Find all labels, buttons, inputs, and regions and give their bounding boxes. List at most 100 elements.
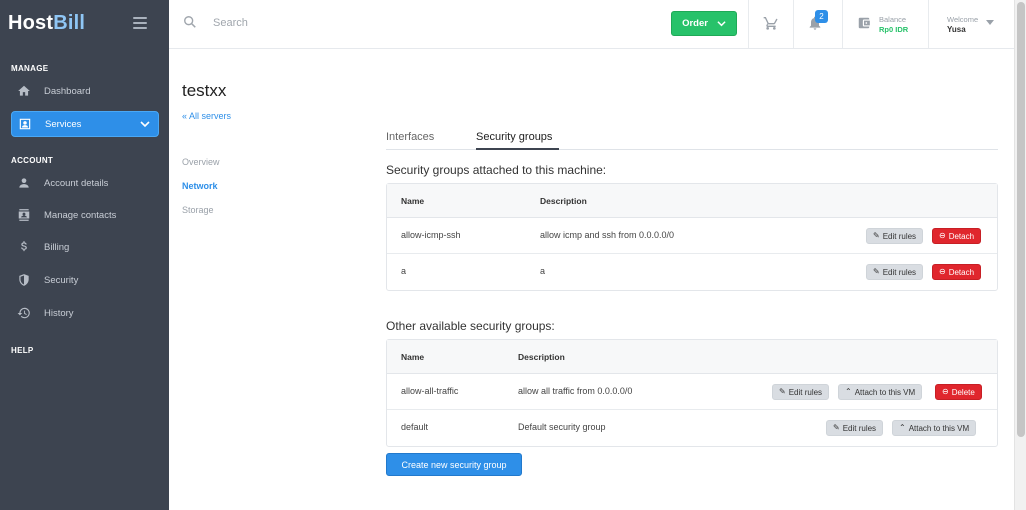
cart-icon[interactable] [763, 15, 779, 31]
edit-rules-button[interactable]: ✎ Edit rules [772, 384, 830, 400]
sidebar-item-history[interactable]: History [11, 300, 159, 326]
table-row: a a ✎ Edit rules ⊖ Detach [387, 254, 997, 290]
topbar-divider [842, 0, 843, 48]
group-description: a [540, 266, 546, 276]
page-scrollbar[interactable] [1014, 0, 1026, 510]
topbar: Order 2 Balance Rp0 IDR Welcome Yusa [169, 0, 1014, 49]
attach-to-vm-button[interactable]: ⌃ Attach to this VM [892, 420, 977, 436]
contacts-icon [17, 208, 31, 222]
column-description: Description [518, 352, 565, 362]
group-name: a [401, 266, 407, 276]
subnav-network[interactable]: Network [182, 181, 218, 191]
column-description: Description [540, 196, 587, 206]
sidebar-item-manage-contacts[interactable]: Manage contacts [11, 202, 159, 228]
attach-label: Attach to this VM [908, 423, 970, 433]
hamburger-menu-icon[interactable] [133, 17, 147, 29]
table-header: Name Description [387, 340, 997, 374]
search-input[interactable] [213, 15, 413, 31]
chevron-down-icon [717, 21, 726, 27]
sidebar-item-label: Dashboard [44, 85, 91, 97]
sidebar-item-billing[interactable]: Billing [11, 234, 159, 260]
tab-security-groups[interactable]: Security groups [476, 131, 552, 143]
minus-circle-icon: ⊖ [939, 267, 946, 276]
shield-icon [17, 273, 31, 287]
attach-to-vm-button[interactable]: ⌃ Attach to this VM [838, 384, 923, 400]
active-tab-indicator [476, 148, 559, 150]
pencil-icon: ✎ [833, 423, 840, 432]
group-description: Default security group [518, 422, 606, 432]
sidebar-item-label: Security [44, 274, 79, 286]
column-name: Name [401, 352, 425, 362]
subnav-storage[interactable]: Storage [182, 205, 214, 215]
table-row: allow-all-traffic allow all traffic from… [387, 374, 997, 410]
group-description: allow all traffic from 0.0.0.0/0 [518, 386, 633, 396]
available-groups-heading: Other available security groups: [386, 319, 555, 333]
table-row: default Default security group ✎ Edit rul… [387, 410, 997, 446]
pencil-icon: ✎ [779, 387, 786, 396]
minus-circle-icon: ⊖ [942, 387, 949, 396]
section-account: ACCOUNT [11, 156, 54, 165]
delete-label: Delete [951, 387, 975, 397]
topbar-divider [793, 0, 794, 48]
scrollbar-thumb[interactable] [1017, 2, 1025, 437]
group-description: allow icmp and ssh from 0.0.0.0/0 [540, 230, 675, 240]
search-icon [184, 16, 196, 28]
table-header: Name Description [387, 184, 997, 218]
detach-button[interactable]: ⊖ Detach [932, 264, 982, 280]
caret-up-icon: ⌃ [845, 387, 852, 396]
order-button[interactable]: Order [671, 11, 737, 36]
attached-groups-heading: Security groups attached to this machine… [386, 163, 607, 177]
attach-label: Attach to this VM [854, 387, 916, 397]
group-name: allow-all-traffic [401, 386, 459, 396]
user-icon [17, 176, 31, 190]
sidebar-item-label: Services [45, 118, 82, 130]
home-icon [17, 84, 31, 98]
dollar-icon [17, 240, 31, 254]
detach-label: Detach [948, 231, 975, 241]
sidebar-item-security[interactable]: Security [11, 267, 159, 293]
topbar-divider [928, 0, 929, 48]
caret-down-icon[interactable] [986, 20, 994, 26]
page-title: testxx [182, 81, 227, 100]
notification-badge: 2 [815, 10, 828, 23]
hostbill-logo[interactable]: HostBill [8, 12, 85, 35]
edit-rules-label: Edit rules [842, 423, 877, 433]
user-name[interactable]: Yusa [947, 25, 966, 34]
available-groups-table: Name Description allow-all-traffic allow… [386, 339, 998, 447]
group-name: allow-icmp-ssh [401, 230, 461, 240]
section-help: HELP [11, 346, 34, 355]
sidebar-item-account-details[interactable]: Account details [11, 170, 159, 196]
pencil-icon: ✎ [873, 231, 880, 240]
sidebar-item-dashboard[interactable]: Dashboard [11, 78, 159, 104]
edit-rules-label: Edit rules [882, 267, 917, 277]
services-icon [18, 117, 32, 131]
all-servers-link[interactable]: « All servers [182, 111, 231, 121]
tab-interfaces[interactable]: Interfaces [386, 131, 434, 143]
pencil-icon: ✎ [873, 267, 880, 276]
subnav-overview[interactable]: Overview [182, 157, 220, 167]
edit-rules-label: Edit rules [882, 231, 917, 241]
chevron-down-icon [140, 121, 150, 128]
detach-button[interactable]: ⊖ Detach [932, 228, 982, 244]
detach-label: Detach [948, 267, 975, 277]
balance-value: Rp0 IDR [879, 25, 909, 34]
tabs-bar: Interfaces Security groups [386, 125, 998, 150]
order-button-label: Order [682, 18, 708, 29]
group-name: default [401, 422, 429, 432]
attached-groups-table: Name Description allow-icmp-ssh allow ic… [386, 183, 998, 291]
topbar-divider [748, 0, 749, 48]
wallet-icon [858, 17, 870, 29]
sidebar-item-services[interactable]: Services [11, 111, 159, 137]
delete-button[interactable]: ⊖ Delete [935, 384, 982, 400]
edit-rules-button[interactable]: ✎ Edit rules [866, 228, 924, 244]
sidebar-item-label: Billing [44, 241, 70, 253]
edit-rules-button[interactable]: ✎ Edit rules [866, 264, 924, 280]
caret-up-icon: ⌃ [899, 423, 906, 432]
sidebar-item-label: Manage contacts [44, 209, 117, 221]
sidebar-item-label: History [44, 307, 74, 319]
welcome-label[interactable]: Welcome [947, 15, 978, 24]
sidebar-item-label: Account details [44, 177, 109, 189]
edit-rules-label: Edit rules [788, 387, 823, 397]
edit-rules-button[interactable]: ✎ Edit rules [826, 420, 884, 436]
create-security-group-button[interactable]: Create new security group [386, 453, 522, 476]
